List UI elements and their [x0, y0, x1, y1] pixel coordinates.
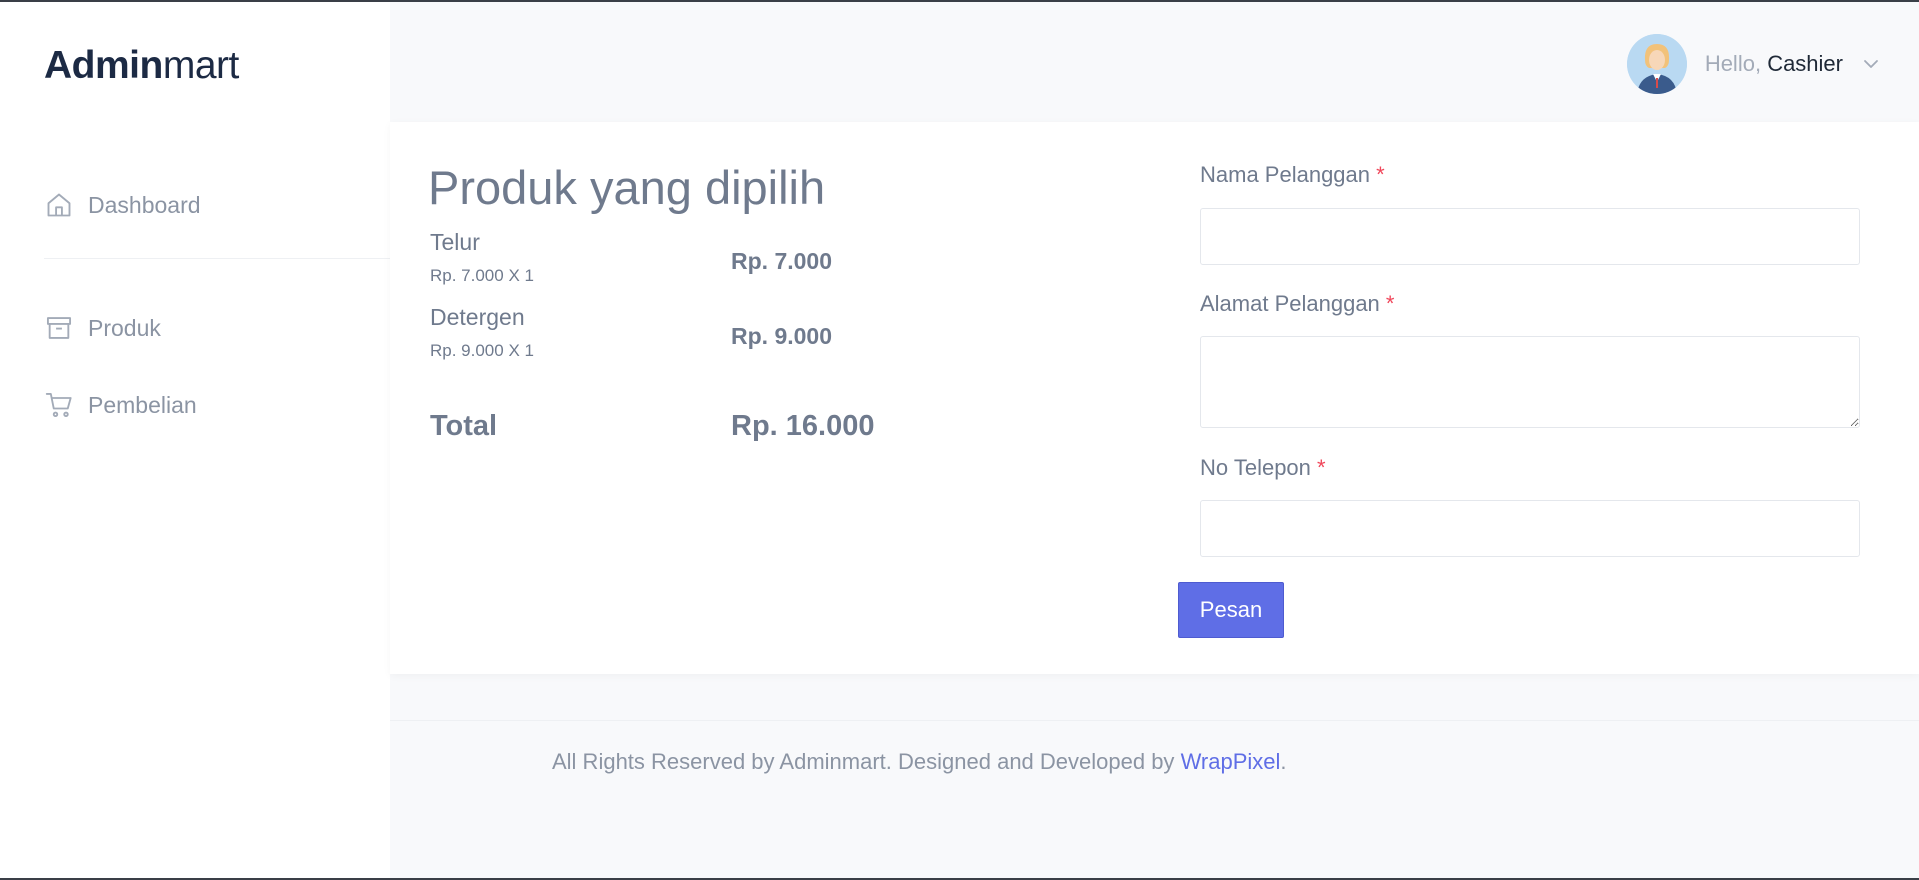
customer-name-input[interactable] — [1200, 208, 1860, 265]
required-mark: * — [1385, 291, 1395, 316]
required-mark: * — [1317, 455, 1326, 480]
product-subtotal: Rp. 7.000 — [731, 248, 832, 274]
wrappixel-link[interactable]: WrapPixel — [1181, 749, 1281, 774]
customer-name-label-text: Nama Pelanggan — [1200, 162, 1371, 187]
sidebar-item-dashboard[interactable]: Dashboard — [44, 190, 201, 220]
top-header: Hello, Cashier — [390, 2, 1919, 122]
product-subtotal: Rp. 9.000 — [731, 323, 832, 349]
phone-input[interactable] — [1200, 500, 1860, 557]
sidebar: Adminmart Dashboard Produk Pembelian — [0, 2, 390, 878]
page-footer: All Rights Reserved by Adminmart. Design… — [390, 720, 1919, 878]
archive-box-icon — [44, 313, 74, 343]
total-label: Total — [430, 410, 498, 442]
greeting-text: Hello, — [1704, 51, 1762, 76]
checkout-card: Produk yang dipilih Telur Rp. 7.000 X 1 … — [390, 122, 1919, 674]
footer-copyright: All Rights Reserved by Adminmart. Design… — [552, 749, 1175, 774]
brand-logo[interactable]: Adminmart — [44, 44, 239, 88]
product-name: Telur — [430, 229, 480, 255]
sidebar-item-produk[interactable]: Produk — [44, 313, 161, 343]
page-title: Produk yang dipilih — [428, 161, 826, 214]
sidebar-item-pembelian[interactable]: Pembelian — [44, 390, 197, 420]
footer-suffix: . — [1280, 749, 1287, 774]
total-value: Rp. 16.000 — [731, 410, 875, 442]
product-qty-line: Rp. 9.000 X 1 — [430, 341, 534, 360]
cart-icon — [44, 390, 74, 420]
brand-logo-light: mart — [162, 44, 240, 87]
list-item: Detergen Rp. 9.000 X 1 — [430, 304, 534, 361]
product-qty-line: Rp. 7.000 X 1 — [430, 266, 534, 285]
home-icon — [44, 190, 74, 220]
customer-address-label: Alamat Pelanggan * — [1200, 291, 1394, 317]
user-greeting: Hello, Cashier — [1705, 51, 1843, 77]
order-submit-button[interactable]: Pesan — [1178, 582, 1284, 638]
product-name: Detergen — [430, 304, 525, 330]
phone-label: No Telepon * — [1200, 455, 1326, 481]
sidebar-item-label: Dashboard — [88, 191, 201, 218]
customer-address-label-text: Alamat Pelanggan — [1200, 291, 1380, 316]
customer-address-textarea[interactable] — [1200, 336, 1860, 428]
chevron-down-icon — [1861, 54, 1881, 74]
user-name: Cashier — [1767, 51, 1843, 76]
list-item: Telur Rp. 7.000 X 1 — [430, 229, 534, 286]
required-mark: * — [1376, 162, 1385, 187]
sidebar-item-label: Produk — [88, 314, 161, 341]
footer-text: All Rights Reserved by Adminmart. Design… — [552, 749, 1287, 775]
sidebar-item-label: Pembelian — [88, 391, 197, 418]
user-avatar-icon — [1626, 34, 1687, 94]
phone-label-text: No Telepon — [1200, 455, 1311, 480]
customer-name-label: Nama Pelanggan * — [1200, 162, 1385, 188]
sidebar-divider — [44, 258, 390, 259]
brand-logo-bold: Admin — [44, 44, 163, 87]
user-menu[interactable]: Hello, Cashier — [1626, 34, 1881, 94]
